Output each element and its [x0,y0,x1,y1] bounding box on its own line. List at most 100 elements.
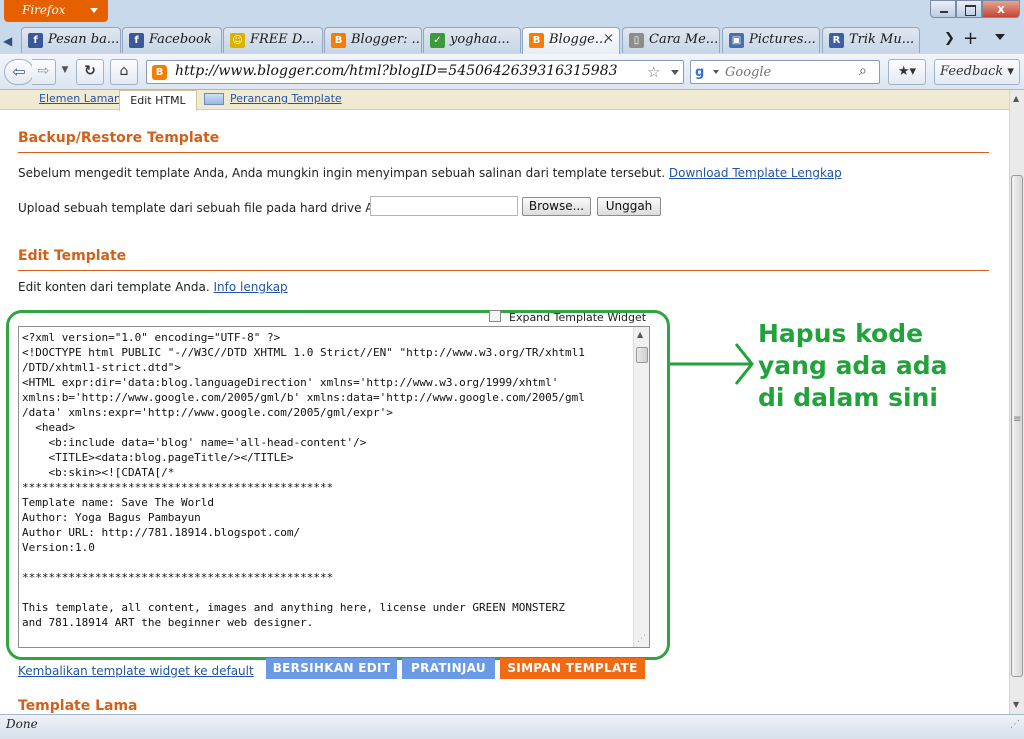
history-dropdown-button[interactable]: ▼ [58,59,72,85]
browser-tab[interactable]: f Facebook [122,27,222,53]
page-scrollbar-thumb[interactable] [1011,175,1023,677]
browser-tab[interactable]: f Pesan ba... [21,27,121,53]
bookmarks-icon: ★▾ [897,64,917,79]
feedback-label: Feedback [940,64,1004,79]
reload-button[interactable]: ↻ [76,59,104,85]
preview-button[interactable]: PRATINJAU [402,658,495,679]
blogger-favicon-icon: B [152,65,167,80]
tab-favicon-icon: ▯ [629,33,644,48]
backup-description: Sebelum mengedit template Anda, Anda mun… [18,166,842,180]
tab-label: FREE D... [250,32,315,47]
code-scrollbar[interactable]: ▲ [633,327,649,647]
annotation-arrow-icon [670,343,754,385]
backup-section-title: Backup/Restore Template [18,130,220,146]
back-button[interactable]: ⇦ [4,59,34,85]
tab-scroll-left-icon[interactable]: ◀ [3,34,12,48]
expand-widget-checkbox[interactable] [489,310,501,322]
template-designer-icon [204,93,224,105]
tab-layout-elements[interactable]: Elemen Laman [39,92,121,105]
page-scrollbar[interactable]: ▲ ▼ [1009,90,1024,714]
browser-tab[interactable]: ☺ FREE D... [223,27,323,53]
home-button[interactable]: ⌂ [110,59,138,85]
new-tab-icon[interactable]: + [963,28,978,49]
tab-favicon-icon: f [28,33,43,48]
resize-grip-icon[interactable]: ⋰ [637,634,646,644]
annotation-text: Hapus kode yang ada ada di dalam sini [758,319,948,412]
tab-label: yoghaa... [450,32,510,47]
url-dropdown-icon[interactable] [671,70,679,75]
bookmarks-button[interactable]: ★▾ [888,59,926,85]
tab-label: Pictures... [749,32,816,47]
search-icon[interactable]: ⌕ [859,63,867,79]
feedback-button[interactable]: Feedback ▾ [934,59,1020,85]
tab-label: Blogger: ... [351,32,422,47]
download-template-link[interactable]: Download Template Lengkap [669,166,842,180]
reset-widget-link[interactable]: Kembalikan template widget ke default [18,664,254,678]
back-arrow-icon: ⇦ [12,62,26,81]
firefox-menu-button[interactable]: Firefox [4,0,108,22]
scroll-up-icon[interactable]: ▲ [1013,94,1019,103]
status-text: Done [6,717,38,731]
reload-icon: ↻ [84,63,96,79]
bookmark-star-icon[interactable]: ☆ [647,63,660,81]
close-tab-icon[interactable]: × [603,31,614,46]
section-divider [18,270,989,271]
clear-edit-button[interactable]: BERSIHKAN EDIT [266,658,397,679]
search-bar: g ⌕ [690,60,880,84]
tab-label: Cara Me... [649,32,719,47]
edit-description-text: Edit konten dari template Anda. [18,280,210,294]
section-divider [18,152,989,153]
tab-list-icon[interactable] [995,34,1005,40]
tab-strip: ◀ f Pesan ba... f Facebook ☺ FREE D... B Blogge… [0,26,1024,54]
tab-favicon-icon: B [331,33,346,48]
scroll-down-icon[interactable]: ▼ [1013,700,1019,709]
resize-grip-icon[interactable]: ⋰ [1010,719,1020,730]
browser-tab[interactable]: B Blogger: ... [324,27,422,53]
close-window-button[interactable]: x [982,0,1020,18]
upload-button[interactable]: Unggah [597,197,661,216]
info-link[interactable]: Info lengkap [214,280,288,294]
browser-tab[interactable]: ✓ yoghaa... [423,27,521,53]
tab-favicon-icon: R [829,33,844,48]
template-code-editor[interactable]: <?xml version="1.0" encoding="UTF-8" ?> … [18,326,650,648]
browser-tab[interactable]: ▣ Pictures... [722,27,820,53]
tab-favicon-icon: f [129,33,144,48]
upload-label: Upload sebuah template dari sebuah file … [18,201,401,215]
tab-edit-html[interactable]: Edit HTML [119,90,197,111]
url-bar[interactable]: B http://www.blogger.com/html?blogID=545… [146,60,684,84]
scroll-up-icon[interactable]: ▲ [637,330,643,339]
edit-section-title: Edit Template [18,248,127,264]
home-icon: ⌂ [119,63,129,79]
forward-arrow-icon: ⇨ [37,63,50,79]
url-text[interactable]: http://www.blogger.com/html?blogID=54506… [175,63,618,79]
search-input[interactable] [725,62,855,82]
tab-favicon-icon: B [529,33,544,48]
browser-tab[interactable]: ▯ Cara Me... [622,27,720,53]
chevron-down-icon: ▼ [61,65,69,75]
tab-favicon-icon: ☺ [230,33,245,48]
firefox-menu-label: Firefox [22,3,66,17]
tab-scroll-right-icon[interactable]: ❯ [944,31,955,46]
tab-label: Facebook [149,32,212,47]
chevron-down-icon [90,8,98,13]
tab-favicon-icon: ✓ [430,33,445,48]
upload-file-field[interactable] [370,196,518,216]
minimize-button[interactable] [930,0,956,18]
old-template-title: Template Lama [18,698,138,714]
save-template-button[interactable]: SIMPAN TEMPLATE [500,658,645,679]
browse-button[interactable]: Browse... [522,197,591,216]
tab-label: Pesan ba... [48,32,120,47]
forward-button[interactable]: ⇨ [32,59,56,85]
tab-template-designer[interactable]: Perancang Template [230,92,342,105]
browser-tab[interactable]: R Trik Mu... [822,27,920,53]
maximize-button[interactable] [956,0,982,18]
template-code-text[interactable]: <?xml version="1.0" encoding="UTF-8" ?> … [22,330,634,630]
google-icon[interactable]: g [695,65,711,81]
browser-tab[interactable]: B Blogge... × [522,27,620,54]
tab-label: Blogge... [549,32,608,47]
navigation-toolbar: ⇦ ⇨ ▼ ↻ ⌂ B http://www.blogger.com/html?… [0,54,1024,90]
code-scrollbar-thumb[interactable] [636,347,648,363]
status-bar: Done ⋰ [0,714,1024,739]
close-icon: x [997,2,1005,16]
search-engine-dropdown-icon[interactable] [713,70,719,74]
